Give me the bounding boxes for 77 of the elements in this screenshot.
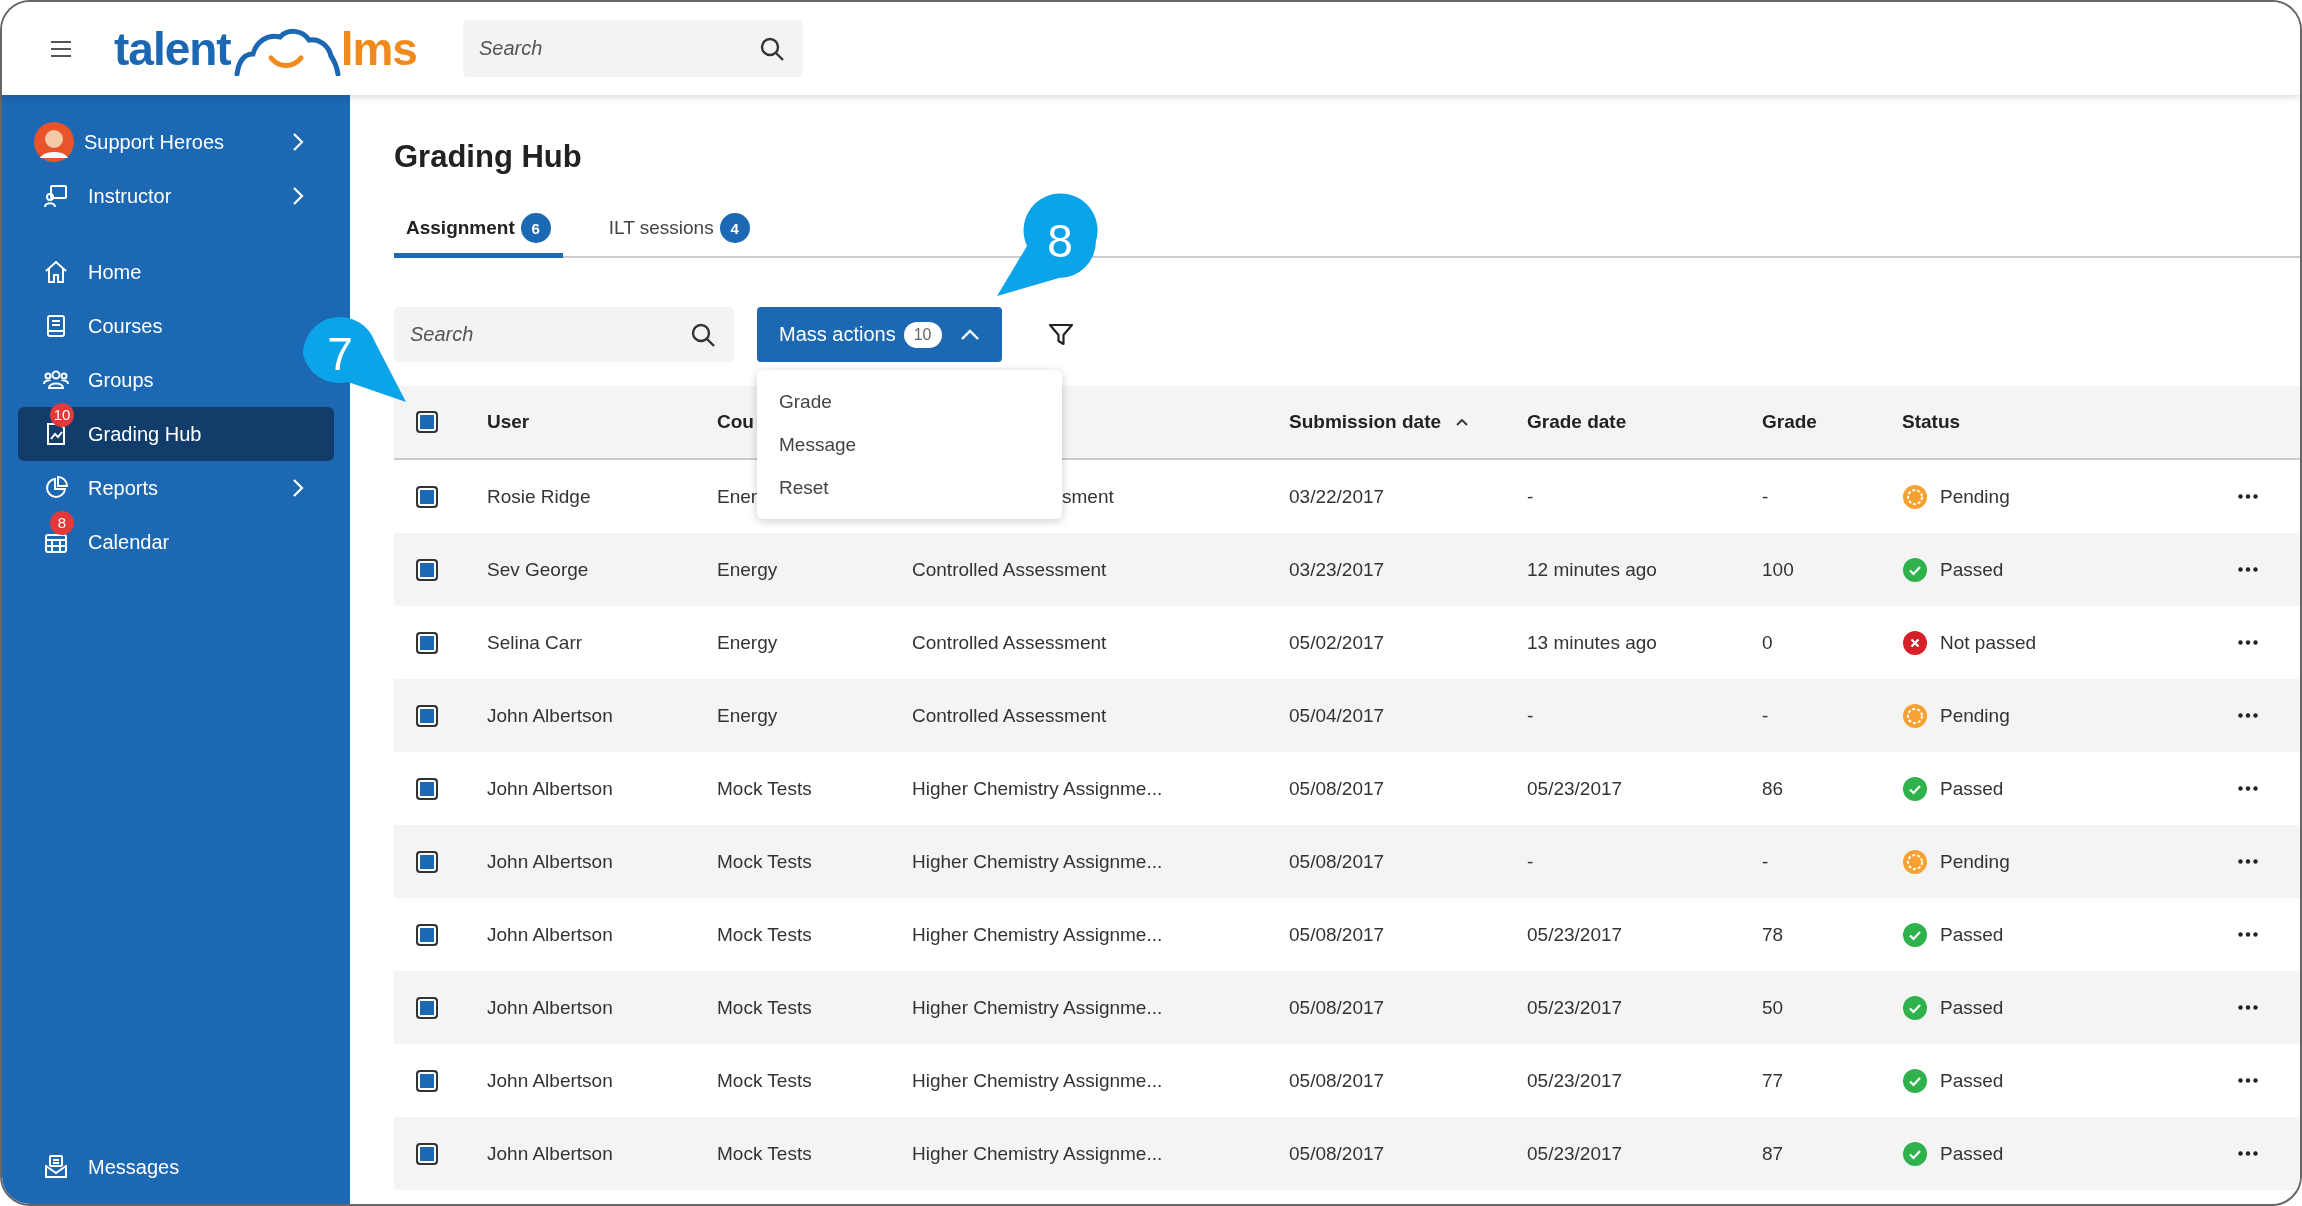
table-cell: Energy — [717, 704, 778, 727]
table-cell: Mock Tests — [717, 850, 812, 873]
table-cell: 100 — [1762, 558, 1794, 581]
table-cell: - — [1762, 485, 1769, 508]
status-label: Passed — [1940, 558, 2004, 581]
table-cell: John Albertson — [487, 850, 613, 873]
table-cell: 05/23/2017 — [1527, 1069, 1623, 1092]
table-cell: - — [1527, 850, 1534, 873]
table-cell: 0 — [1762, 631, 1773, 654]
table-cell: - — [1527, 485, 1534, 508]
table-cell: Higher Chemistry Assignme... — [912, 1142, 1163, 1165]
table-cell: John Albertson — [487, 923, 613, 946]
table-cell: 05/08/2017 — [1289, 777, 1385, 800]
table-cell: 05/08/2017 — [1289, 1142, 1385, 1165]
table-cell: 50 — [1762, 996, 1784, 1019]
table-cell: 05/08/2017 — [1289, 850, 1385, 873]
status-label: Passed — [1940, 777, 2004, 800]
table-cell: 78 — [1762, 923, 1784, 946]
table-cell: 05/23/2017 — [1527, 1142, 1623, 1165]
logo-text: lms — [340, 21, 417, 76]
status-label: Passed — [1940, 996, 2004, 1019]
table-cell: Sev George — [487, 558, 589, 581]
table-cell: - — [1762, 704, 1769, 727]
status-label: Pending — [1940, 485, 2010, 508]
table-cell: John Albertson — [487, 1142, 613, 1165]
table-cell: Higher Chemistry Assignme... — [912, 1069, 1163, 1092]
table-cell: Rosie Ridge — [487, 485, 591, 508]
table-cell: Mock Tests — [717, 1142, 812, 1165]
status-label: Passed — [1940, 1069, 2004, 1092]
table-cell: Mock Tests — [717, 996, 812, 1019]
table-cell: John Albertson — [487, 996, 613, 1019]
table-cell: Mock Tests — [717, 1069, 812, 1092]
table-cell: Controlled Assessment — [912, 704, 1107, 727]
callout-tooltip: 7 — [303, 317, 406, 402]
table-cell: 05/04/2017 — [1289, 704, 1385, 727]
table-cell: Controlled Assessment — [912, 631, 1107, 654]
table-cell: Energy — [717, 631, 778, 654]
table-cell: 03/23/2017 — [1289, 558, 1385, 581]
table-cell: John Albertson — [487, 1069, 613, 1092]
status-label: Pending — [1940, 704, 2010, 727]
table-cell: - — [1762, 850, 1769, 873]
status-label: Passed — [1940, 923, 2004, 946]
table-cell: Selina Carr — [487, 631, 583, 654]
table-cell: 05/08/2017 — [1289, 1069, 1385, 1092]
notification-badge: 10 — [50, 403, 74, 427]
table-cell: Higher Chemistry Assignme... — [912, 996, 1163, 1019]
table-cell: Higher Chemistry Assignme... — [912, 777, 1163, 800]
table-cell: sment — [1062, 485, 1114, 508]
table-cell: Higher Chemistry Assignme... — [912, 923, 1163, 946]
notification-badge: 8 — [50, 511, 74, 535]
table-cell: 05/08/2017 — [1289, 923, 1385, 946]
table-cell: John Albertson — [487, 777, 613, 800]
table-cell: 03/22/2017 — [1289, 485, 1385, 508]
table-cell: 13 minutes ago — [1527, 631, 1657, 654]
status-label: Passed — [1940, 1142, 2004, 1165]
table-cell: 05/23/2017 — [1527, 923, 1623, 946]
logo-text: talent — [114, 21, 231, 76]
table-cell: 12 minutes ago — [1527, 558, 1657, 581]
table-cell: 77 — [1762, 1069, 1784, 1092]
table-cell: - — [1527, 704, 1534, 727]
table-cell: 05/23/2017 — [1527, 996, 1623, 1019]
callout-tooltip: 8 — [997, 193, 1098, 296]
table-cell: Mock Tests — [717, 923, 812, 946]
page-title: Grading Hub — [394, 139, 583, 175]
table-cell: 87 — [1762, 1142, 1784, 1165]
table-cell: Controlled Assessment — [912, 558, 1107, 581]
status-label: Not passed — [1940, 631, 2037, 654]
table-cell: 05/08/2017 — [1289, 996, 1385, 1019]
table-cell: Mock Tests — [717, 777, 812, 800]
table-cell: Energy — [717, 558, 778, 581]
table-cell: Ener — [717, 485, 758, 508]
table-cell: 86 — [1762, 777, 1784, 800]
table-cell: 05/23/2017 — [1527, 777, 1623, 800]
table-cell: Higher Chemistry Assignme... — [912, 850, 1163, 873]
table-cell: 05/02/2017 — [1289, 631, 1385, 654]
status-label: Pending — [1940, 850, 2010, 873]
table-cell: John Albertson — [487, 704, 613, 727]
